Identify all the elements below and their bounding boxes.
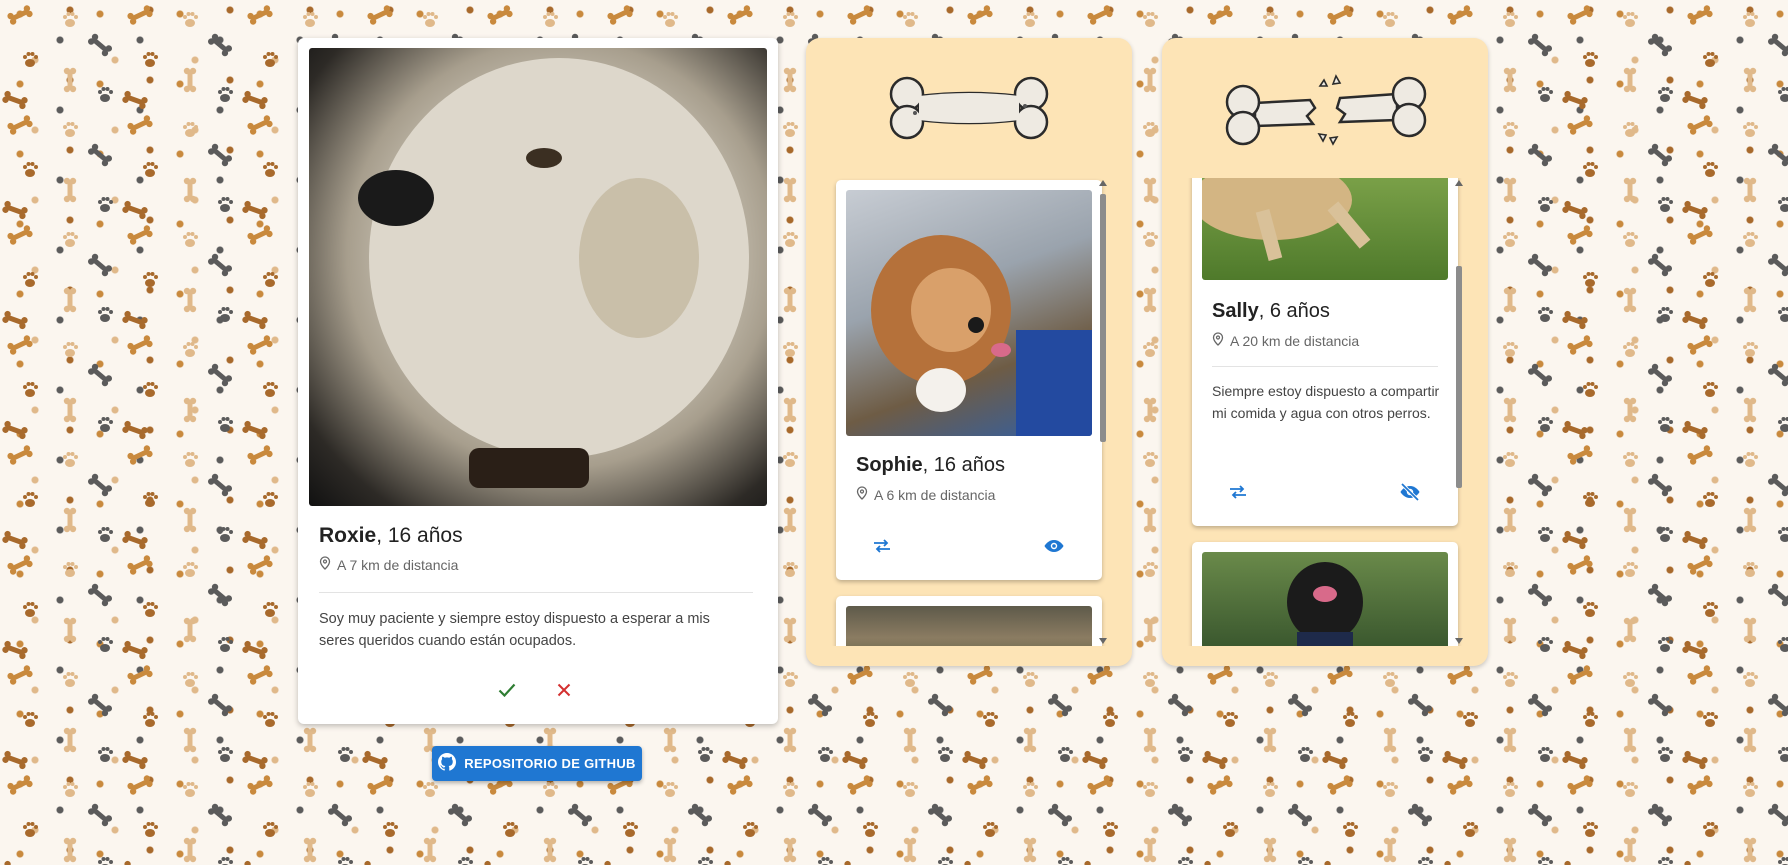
dog-name: Roxie, 16 años [319,524,463,547]
swap-button[interactable] [1222,476,1254,508]
check-icon [498,683,516,697]
swap-button[interactable] [866,530,898,562]
broken-bone-icon [1162,68,1488,168]
hide-button[interactable] [1394,476,1426,508]
scrollbar-thumb[interactable] [1100,194,1106,442]
liked-dog-card [836,596,1102,646]
scrollbar-thumb[interactable] [1456,266,1462,488]
eye-off-icon [1400,483,1420,501]
dog-photo [846,190,1092,436]
dog-distance: A 6 km de distancia [856,486,995,503]
location-pin-icon [1212,332,1224,349]
eye-icon [1044,540,1064,552]
location-pin-icon [856,486,868,503]
scroll-down-arrow[interactable] [1455,638,1463,644]
swap-icon [874,539,890,553]
scrollbar[interactable] [1454,178,1466,646]
dog-photo [846,606,1092,646]
github-repo-button[interactable]: REPOSITORIO DE GITHUB [432,746,642,781]
divider [1212,366,1438,367]
accept-button[interactable] [491,674,523,706]
bone-icon [806,68,1132,168]
liked-dogs-list[interactable]: Sophie, 16 años A 6 km de distancia [828,178,1110,646]
rejected-dog-card [1192,542,1458,646]
liked-dog-card: Sophie, 16 años A 6 km de distancia [836,180,1102,580]
dog-distance: A 7 km de distancia [319,556,458,573]
close-icon [557,683,571,697]
reject-button[interactable] [548,674,580,706]
dog-photo [1202,552,1448,646]
swap-icon [1230,485,1246,499]
dog-name: Sophie, 16 años [856,454,1005,476]
current-dog-card: Roxie, 16 años A 7 km de distancia Soy m… [298,38,778,724]
liked-dogs-column: Sophie, 16 años A 6 km de distancia [806,38,1132,666]
location-pin-icon [319,556,331,573]
scroll-up-arrow[interactable] [1455,180,1463,186]
dog-photo [1202,178,1448,280]
github-icon [438,753,457,774]
scrollbar[interactable] [1098,178,1110,646]
divider [319,592,753,593]
dog-name: Sally, 6 años [1212,300,1330,322]
dog-photo [309,48,767,506]
view-button[interactable] [1038,530,1070,562]
dog-description: Siempre estoy dispuesto a compartir mi c… [1212,383,1440,421]
rejected-dogs-column: Sally, 6 años A 20 km de distancia Siemp… [1162,38,1488,666]
rejected-dogs-list[interactable]: Sally, 6 años A 20 km de distancia Siemp… [1184,178,1466,646]
rejected-dog-card: Sally, 6 años A 20 km de distancia Siemp… [1192,178,1458,526]
dog-distance: A 20 km de distancia [1212,332,1359,349]
scroll-down-arrow[interactable] [1099,638,1107,644]
dog-description: Soy muy paciente y siempre estoy dispues… [319,611,710,649]
scroll-up-arrow[interactable] [1099,180,1107,186]
